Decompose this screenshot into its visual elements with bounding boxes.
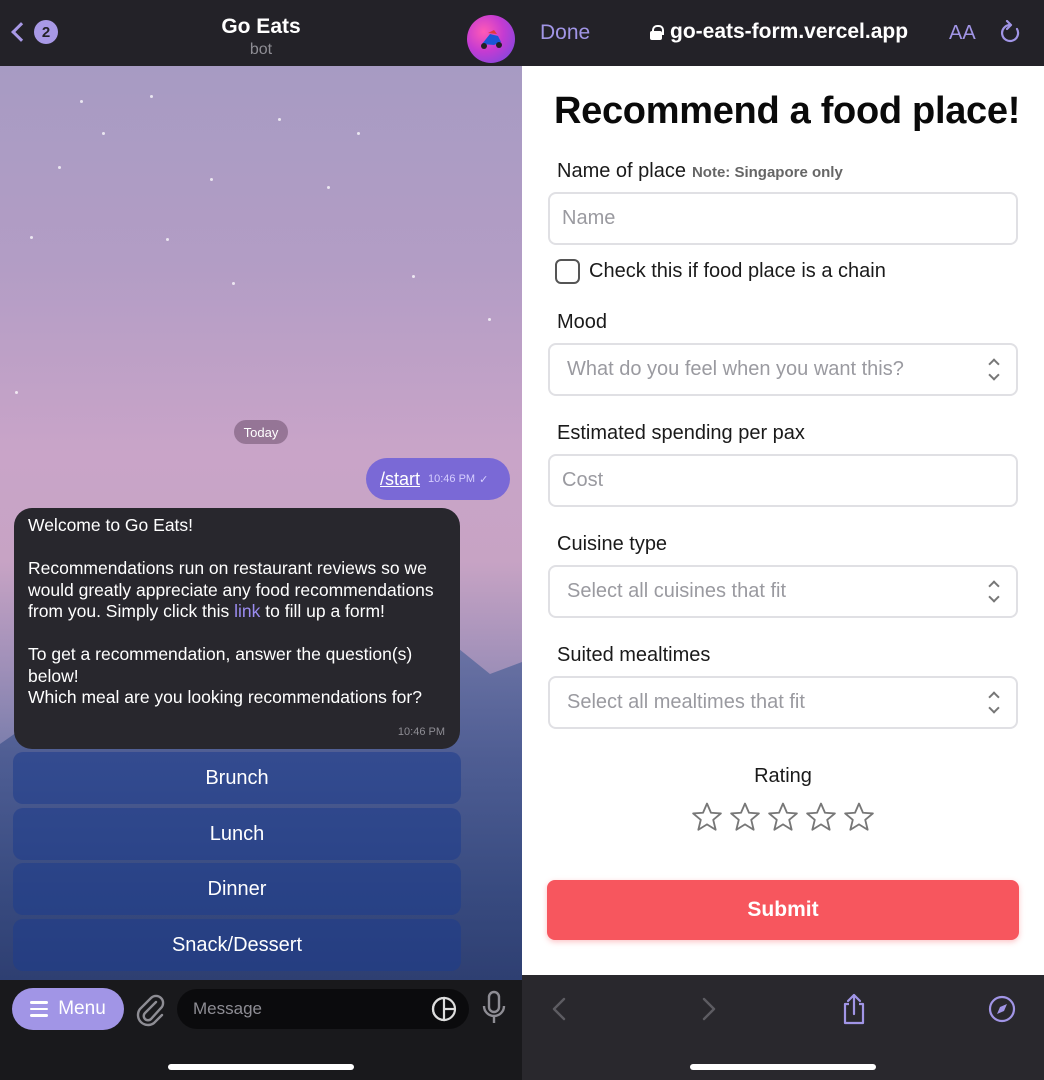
message-paragraph: Recommendations run on restaurant review… (28, 558, 446, 623)
message-text: to fill up a form! (260, 601, 385, 621)
star-icon[interactable] (842, 800, 876, 834)
mealtime-label: Suited mealtimes (557, 644, 711, 666)
browser-toolbar: Done go-eats-form.vercel.app AA (522, 0, 1044, 66)
back-arrow-icon[interactable] (546, 993, 574, 1025)
outgoing-message[interactable]: /start 10:46 PM ✓ (366, 458, 510, 500)
home-indicator[interactable] (168, 1064, 354, 1070)
chat-title[interactable]: Go Eats (0, 15, 522, 39)
home-indicator[interactable] (690, 1064, 876, 1070)
forward-arrow-icon[interactable] (694, 993, 722, 1025)
done-button[interactable]: Done (540, 21, 590, 45)
cost-field[interactable] (548, 454, 1018, 507)
cuisine-select[interactable]: Select all cuisines that fit (548, 565, 1018, 618)
question-paragraph: To get a recommendation, answer the ques… (28, 644, 422, 707)
telegram-chat-panel: 2 Go Eats bot Today /start 10:46 PM ✓ We… (0, 0, 522, 1080)
select-arrows-icon (988, 358, 1000, 381)
webview-panel: Done go-eats-form.vercel.app AA Recommen… (522, 0, 1044, 1080)
star-icon[interactable] (766, 800, 800, 834)
welcome-line: Welcome to Go Eats! (28, 515, 194, 535)
name-note: Note: Singapore only (691, 164, 843, 181)
spending-label: Estimated spending per pax (557, 422, 805, 444)
keyboard-button-snack-dessert[interactable]: Snack/Dessert (13, 919, 461, 971)
star-icon[interactable] (690, 800, 724, 834)
text-size-button[interactable]: AA (949, 22, 976, 45)
message-field[interactable] (177, 989, 469, 1029)
keyboard-button-dinner[interactable]: Dinner (13, 863, 461, 915)
submit-button[interactable]: Submit (547, 880, 1019, 940)
lock-icon (650, 25, 664, 40)
message-input[interactable] (193, 999, 423, 1019)
mood-select[interactable]: What do you feel when you want this? (548, 343, 1018, 396)
bot-menu-button[interactable]: Menu (12, 988, 124, 1030)
chat-header: 2 Go Eats bot (0, 0, 522, 66)
command-text[interactable]: /start (380, 469, 420, 490)
mealtime-select[interactable]: Select all mealtimes that fit (548, 676, 1018, 729)
reload-icon[interactable] (998, 20, 1022, 46)
motorbike-delivery-icon (481, 30, 502, 49)
attachment-icon[interactable] (134, 992, 166, 1028)
chain-checkbox-label[interactable]: Check this if food place is a chain (589, 260, 886, 283)
keyboard-button-lunch[interactable]: Lunch (13, 808, 461, 860)
chain-checkbox[interactable] (555, 259, 580, 284)
name-input[interactable] (562, 207, 1002, 230)
read-check-icon: ✓ (479, 473, 489, 486)
select-arrows-icon (988, 691, 1000, 714)
microphone-icon[interactable] (480, 990, 508, 1026)
name-field[interactable] (548, 192, 1018, 245)
share-icon[interactable] (840, 993, 868, 1025)
star-icon[interactable] (804, 800, 838, 834)
select-arrows-icon (988, 580, 1000, 603)
form-title: Recommend a food place! (554, 90, 1021, 132)
compass-icon[interactable] (988, 993, 1016, 1025)
name-label: Name of place (557, 160, 686, 182)
date-separator: Today (234, 420, 288, 444)
menu-label: Menu (58, 998, 106, 1019)
star-icon[interactable] (728, 800, 762, 834)
cuisine-placeholder: Select all cuisines that fit (567, 580, 786, 602)
mood-label: Mood (557, 311, 608, 333)
message-time: 10:46 PM (397, 725, 445, 738)
mealtime-placeholder: Select all mealtimes that fit (567, 691, 805, 713)
cost-input[interactable] (562, 469, 1002, 492)
aa-label: AA (949, 22, 976, 44)
chat-subtitle: bot (249, 41, 273, 58)
rating-label: Rating (754, 765, 812, 787)
rating-stars (522, 800, 1044, 834)
hamburger-icon (30, 1001, 49, 1017)
name-label-row: Name of place Note: Singapore only (557, 160, 843, 183)
keyboard-button-brunch[interactable]: Brunch (13, 752, 461, 804)
chain-checkbox-row[interactable]: Check this if food place is a chain (555, 259, 886, 284)
bot-avatar[interactable] (467, 15, 515, 63)
mood-placeholder: What do you feel when you want this? (567, 358, 904, 380)
address-bar[interactable]: go-eats-form.vercel.app (650, 20, 908, 44)
url-text: go-eats-form.vercel.app (670, 20, 909, 43)
incoming-message: Welcome to Go Eats! Recommendations run … (14, 508, 460, 749)
sticker-icon[interactable] (431, 996, 457, 1022)
cuisine-label: Cuisine type (557, 533, 668, 555)
message-time: 10:46 PM (428, 473, 476, 485)
form-link[interactable]: link (234, 601, 260, 621)
